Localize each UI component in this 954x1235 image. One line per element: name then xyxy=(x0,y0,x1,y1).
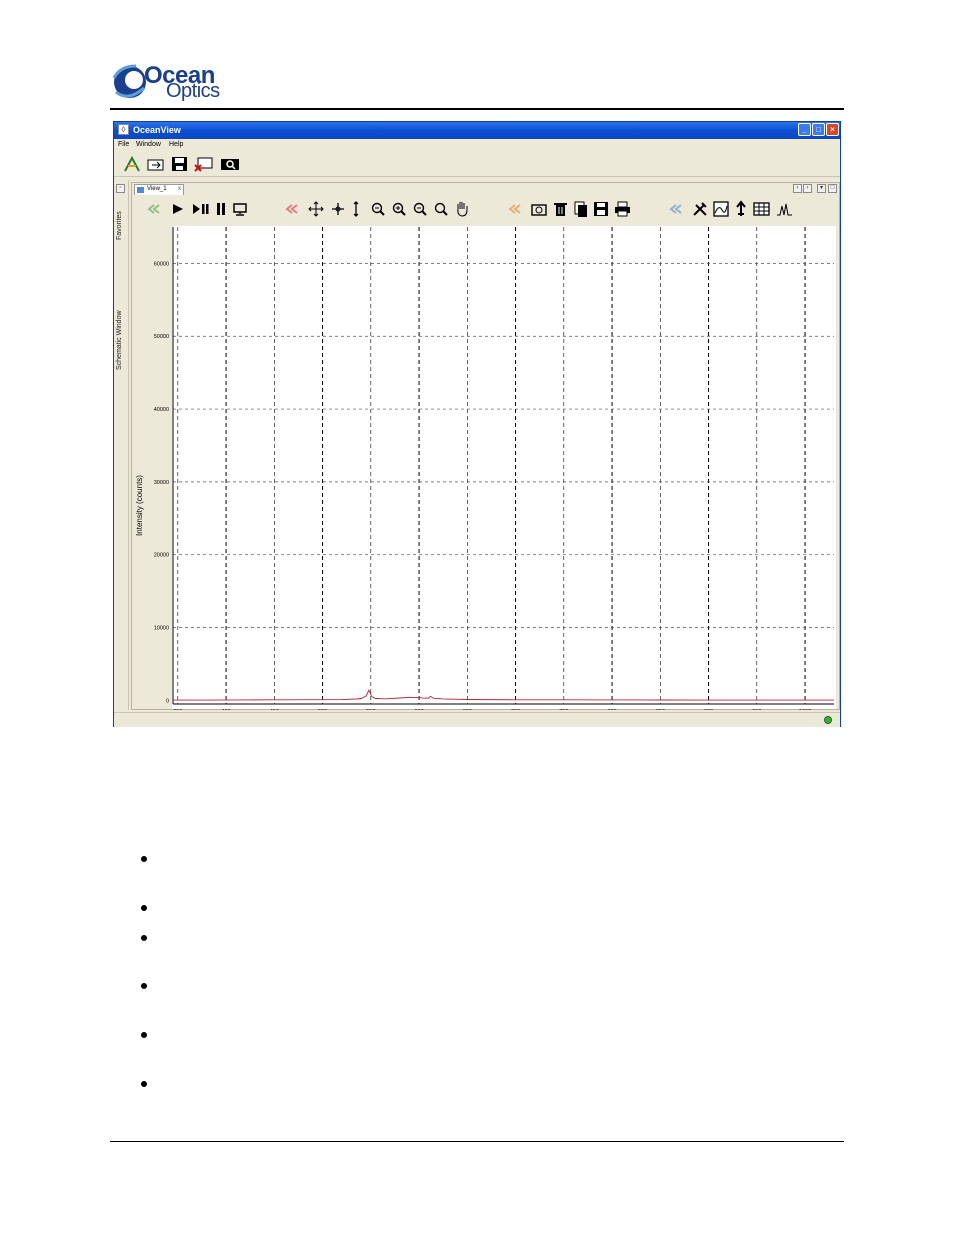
y-tick-label: 0 xyxy=(166,698,169,704)
monitor-icon[interactable] xyxy=(233,203,247,216)
maximize-view-icon[interactable]: □ xyxy=(828,184,837,193)
table-icon[interactable] xyxy=(753,202,770,216)
pause-icon[interactable] xyxy=(217,203,225,215)
tool-toolbar xyxy=(669,200,792,217)
footer-rule xyxy=(110,1141,844,1142)
bullet-3 xyxy=(141,935,147,941)
collapse-acquisition-icon[interactable] xyxy=(147,204,160,214)
x-tick-label: 600 xyxy=(414,709,423,710)
x-tick-label: 500 xyxy=(318,709,327,710)
menu-bar: File Window Help xyxy=(114,139,840,152)
y-tick-label: 30000 xyxy=(154,480,169,486)
spectrum-icon[interactable] xyxy=(777,203,792,216)
save-data-icon[interactable] xyxy=(594,202,608,216)
print-icon[interactable] xyxy=(615,201,630,217)
x-tick-label: 850 xyxy=(656,709,665,710)
x-tick-label: 450 xyxy=(270,709,279,710)
peak-icon[interactable] xyxy=(736,200,746,216)
app-icon: ◊ xyxy=(118,124,129,135)
copy-icon[interactable] xyxy=(574,201,587,217)
scroll-left-icon[interactable]: ‹ xyxy=(793,184,802,193)
x-tick-label: 550 xyxy=(366,709,375,710)
connection-status-icon xyxy=(824,716,832,724)
close-project-icon[interactable] xyxy=(194,156,214,172)
chevron-down-icon[interactable]: ▾ xyxy=(817,184,826,193)
graph-toolbar xyxy=(285,201,468,217)
menu-window[interactable]: Window xyxy=(136,141,161,148)
bullet-5 xyxy=(141,1032,147,1038)
search-icon[interactable] xyxy=(220,156,240,172)
y-tick-label: 10000 xyxy=(154,626,169,632)
collapse-graph-icon[interactable] xyxy=(285,204,298,214)
oceanview-window: ◊ OceanView _ □ × File Window Help ▫ Fav… xyxy=(113,121,841,727)
y-axis-label: Intensity (counts) xyxy=(135,475,144,536)
view-panel: View_1 x ‹ › ▾ □ 0 10000 20000 30000 400… xyxy=(131,182,840,710)
bullet-2 xyxy=(141,905,147,911)
view-content: 350 400 450 500 550 600 650 700 750 800 850 900 950 1… xyxy=(135,200,836,710)
tab-view-1[interactable]: View_1 x xyxy=(134,184,184,195)
x-tick-label: 400 xyxy=(221,709,230,710)
x-tick-label: 350 xyxy=(173,709,182,710)
wizard-icon[interactable] xyxy=(122,156,142,172)
file-toolbar xyxy=(508,201,630,217)
header-rule xyxy=(110,108,844,110)
view-tab-icon xyxy=(137,187,144,193)
close-button[interactable]: × xyxy=(826,123,839,136)
pan-icon[interactable] xyxy=(308,201,324,217)
x-tick-label: 650 xyxy=(463,709,472,710)
delete-icon[interactable] xyxy=(554,203,567,216)
logo-text-optics: Optics xyxy=(166,80,220,102)
crosshair-icon[interactable] xyxy=(332,203,344,215)
hand-icon[interactable] xyxy=(457,202,468,217)
x-tick-label: 950 xyxy=(752,709,761,710)
y-tick-label: 20000 xyxy=(154,553,169,559)
maximize-button[interactable]: □ xyxy=(812,123,825,136)
x-tick-label: 900 xyxy=(704,709,713,710)
play-pause-icon[interactable] xyxy=(193,204,209,214)
collapse-tools-icon[interactable] xyxy=(669,204,682,214)
x-tick-label: 700 xyxy=(511,709,520,710)
zoom-fit-icon[interactable] xyxy=(371,202,385,216)
y-tick-label: 60000 xyxy=(154,261,169,267)
zoom-out-icon[interactable] xyxy=(413,202,427,216)
y-tick-label: 40000 xyxy=(154,407,169,413)
menu-help[interactable]: Help xyxy=(169,141,183,148)
restore-panel-icon[interactable]: ▫ xyxy=(116,184,125,193)
schematic-window-tab[interactable]: Schematic Window xyxy=(116,310,123,370)
zoom-in-icon[interactable] xyxy=(392,202,406,216)
minimize-button[interactable]: _ xyxy=(798,123,811,136)
collapse-file-icon[interactable] xyxy=(508,204,521,214)
title-bar[interactable]: ◊ OceanView _ □ × xyxy=(114,122,840,139)
x-tick-label: 800 xyxy=(607,709,616,710)
window-title: OceanView xyxy=(133,125,181,135)
tools-icon[interactable] xyxy=(693,202,707,216)
side-panel-strip: ▫ Favorites Schematic Window xyxy=(114,180,129,710)
ocean-optics-logo: Ocean Optics xyxy=(110,58,240,108)
x-tick-label: 1000 xyxy=(799,709,811,710)
save-icon[interactable] xyxy=(170,156,190,172)
open-icon[interactable] xyxy=(146,156,166,172)
menu-file[interactable]: File xyxy=(118,141,129,148)
zoom-icon[interactable] xyxy=(434,202,448,216)
y-tick-label: 50000 xyxy=(154,334,169,340)
status-bar xyxy=(114,712,840,727)
scroll-right-icon[interactable]: › xyxy=(803,184,812,193)
bullet-6 xyxy=(141,1081,147,1087)
vertical-icon[interactable] xyxy=(353,201,359,217)
acquisition-toolbar xyxy=(147,203,247,216)
camera-icon[interactable] xyxy=(531,204,547,216)
favorites-tab[interactable]: Favorites xyxy=(116,211,123,240)
view-tab-bar: View_1 x ‹ › ▾ □ xyxy=(132,183,839,195)
plot-background xyxy=(172,226,836,709)
bullet-1 xyxy=(141,856,147,862)
x-tick-label: 750 xyxy=(559,709,568,710)
view-tab-label: View_1 xyxy=(147,186,167,192)
view-tab-close-icon[interactable]: x xyxy=(178,186,181,192)
main-toolbar xyxy=(114,152,840,177)
play-icon[interactable] xyxy=(173,204,183,214)
bullet-4 xyxy=(141,983,147,989)
graph-icon[interactable] xyxy=(713,201,729,217)
